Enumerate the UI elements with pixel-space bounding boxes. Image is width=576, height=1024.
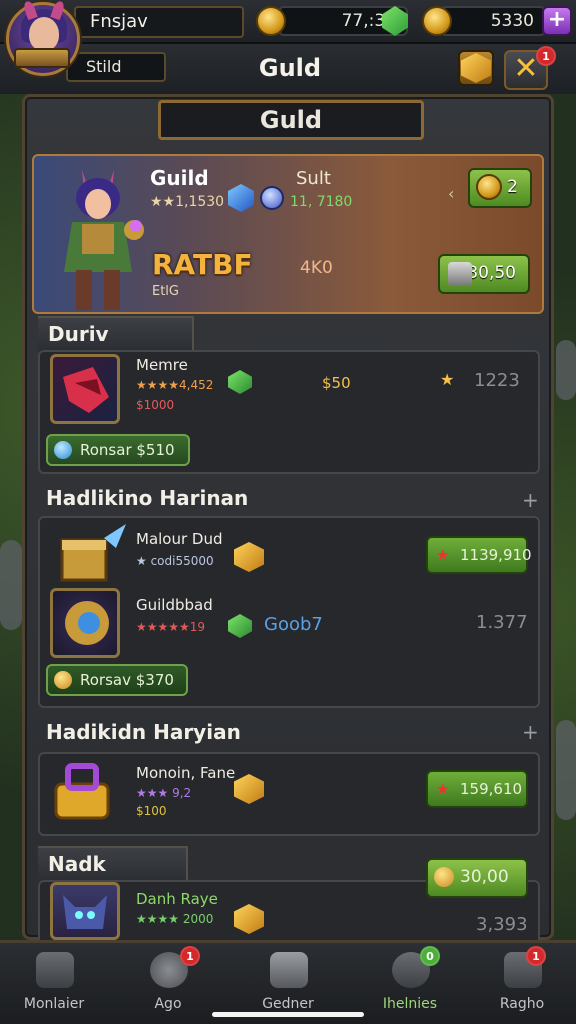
- item-buy-label: 1139,910: [460, 546, 532, 564]
- item-name: Danh Raye: [136, 890, 218, 908]
- item-code: Goob7: [264, 614, 323, 635]
- section-header-4: Nadk Harorian: [38, 846, 188, 908]
- nav-label: Ragho: [499, 996, 545, 1012]
- star-icon: ★: [436, 780, 450, 798]
- hero-main-button-label: 30,50: [467, 263, 516, 283]
- premium-coin-icon: [422, 6, 452, 36]
- item-icon-amulet[interactable]: [50, 588, 120, 658]
- close-notification-badge: 1: [536, 46, 556, 66]
- orb-icon: [54, 441, 72, 459]
- expand-icon[interactable]: +: [522, 488, 539, 512]
- hero-main-button[interactable]: 30,50: [438, 254, 530, 294]
- item-stat-2: $100: [136, 804, 167, 818]
- avatar-face: [29, 17, 59, 51]
- coin-icon: [476, 174, 502, 200]
- section-1-action[interactable]: Ronsar $510: [46, 434, 190, 466]
- hero-secondary-value: 11, 7180: [290, 194, 353, 210]
- item-icon-chest[interactable]: [50, 758, 120, 828]
- section-header-1: Duriv Hediarl: [38, 316, 194, 378]
- item-buy-button[interactable]: 30,00: [426, 858, 528, 898]
- rock-right-2: [556, 720, 576, 820]
- nav-label: Ago: [154, 996, 182, 1012]
- rock-right: [556, 340, 576, 400]
- coin-icon: [54, 671, 72, 689]
- guild-hall-icon: [270, 952, 308, 988]
- section-2-action-label: Rorsav $370: [80, 671, 174, 689]
- hero-secondary-label: Sult: [296, 168, 331, 189]
- gold-coin-icon: [256, 6, 286, 36]
- emblem-icon: [461, 53, 491, 83]
- item-stat: ★★★★ 2000: [136, 912, 214, 926]
- item-buy-label: 159,610: [460, 780, 523, 798]
- item-score: 1223: [474, 370, 520, 391]
- hero-top-button-label: 2: [507, 177, 518, 197]
- item-name: Monoin, Fane: [136, 764, 236, 782]
- panel-title: Guld: [158, 100, 424, 140]
- beast-icon: [63, 895, 107, 929]
- chest-icon: [448, 262, 472, 286]
- hero-rank: RATBF: [152, 248, 253, 281]
- item-name: Malour Dud: [136, 530, 223, 548]
- nav-label: Ihelnies: [382, 996, 438, 1012]
- section-2-action[interactable]: Rorsav $370: [46, 664, 188, 696]
- nav-label: Gedner: [262, 996, 314, 1012]
- guild-emblem-button[interactable]: [458, 50, 494, 86]
- item-price: $50: [322, 374, 351, 392]
- item-buy-label: 30,00: [460, 867, 509, 887]
- nav-item-1[interactable]: Monlaier: [4, 948, 104, 1018]
- item-stat-1: ★★★ 9,2: [136, 786, 192, 800]
- nav-item-4[interactable]: 0 Ihelnies: [360, 946, 460, 1018]
- item-score: 3,393: [476, 914, 528, 935]
- back-arrow-icon[interactable]: ‹: [448, 184, 454, 203]
- home-icon: [36, 952, 74, 988]
- amulet-icon: [65, 601, 109, 645]
- hero-stats: ★★1,1530: [150, 194, 225, 210]
- avatar-badge: [14, 48, 70, 68]
- item-stat: ★★★★★19: [136, 620, 206, 634]
- item-icon-beast[interactable]: [50, 882, 120, 940]
- star-icon: ★: [436, 546, 450, 564]
- hero-character-image: [64, 170, 144, 310]
- item-name: Memre: [136, 356, 188, 374]
- nav-label: Monlaier: [23, 996, 85, 1012]
- item-score: 1.377: [476, 612, 528, 633]
- hero-title: Guild: [150, 166, 209, 190]
- item-name: Guildbbad: [136, 596, 213, 614]
- crate-icon: [60, 524, 126, 582]
- home-indicator[interactable]: [212, 1012, 364, 1017]
- blue-orb-icon: [260, 186, 284, 210]
- rock-left: [0, 540, 22, 630]
- nav-item-5[interactable]: 1 Ragho: [472, 946, 572, 1018]
- hero-top-button[interactable]: 2: [468, 168, 532, 208]
- hero-number: 4K0: [300, 258, 333, 278]
- currency-gems-display: 5330: [440, 6, 546, 36]
- item-icon-crate[interactable]: [54, 520, 126, 590]
- nav-badge: 0: [420, 946, 440, 966]
- nav-badge: 1: [180, 946, 200, 966]
- nav-badge: 1: [526, 946, 546, 966]
- gold-chest-icon: [54, 763, 110, 820]
- item-icon-mask[interactable]: [50, 354, 120, 424]
- section-header-3: Hadikidn Haryian: [46, 720, 241, 744]
- hero-rank-sub: EtlG: [152, 284, 179, 299]
- item-stat-1: ★★★★4,452: [136, 378, 214, 392]
- screen-title: Guld: [258, 54, 322, 82]
- mask-icon: [63, 367, 109, 413]
- item-buy-button[interactable]: ★ 159,610: [426, 770, 528, 808]
- expand-icon[interactable]: +: [522, 720, 539, 744]
- guild-tag[interactable]: Stild: [66, 52, 166, 82]
- player-name: Fnsjav: [74, 6, 244, 38]
- section-1-action-label: Ronsar $510: [80, 441, 175, 459]
- nav-item-2[interactable]: 1 Ago: [118, 946, 218, 1018]
- section-header-2: Hadlikino Harinan: [46, 486, 249, 510]
- star-icon: ★: [440, 370, 455, 389]
- item-stat-2: $1000: [136, 398, 175, 412]
- item-buy-button[interactable]: ★ 1139,910: [426, 536, 532, 574]
- nav-item-3[interactable]: Gedner: [238, 948, 338, 1018]
- add-currency-button[interactable]: +: [542, 6, 572, 36]
- coin-icon: [434, 867, 454, 887]
- item-stat: ★ codi55000: [136, 554, 214, 568]
